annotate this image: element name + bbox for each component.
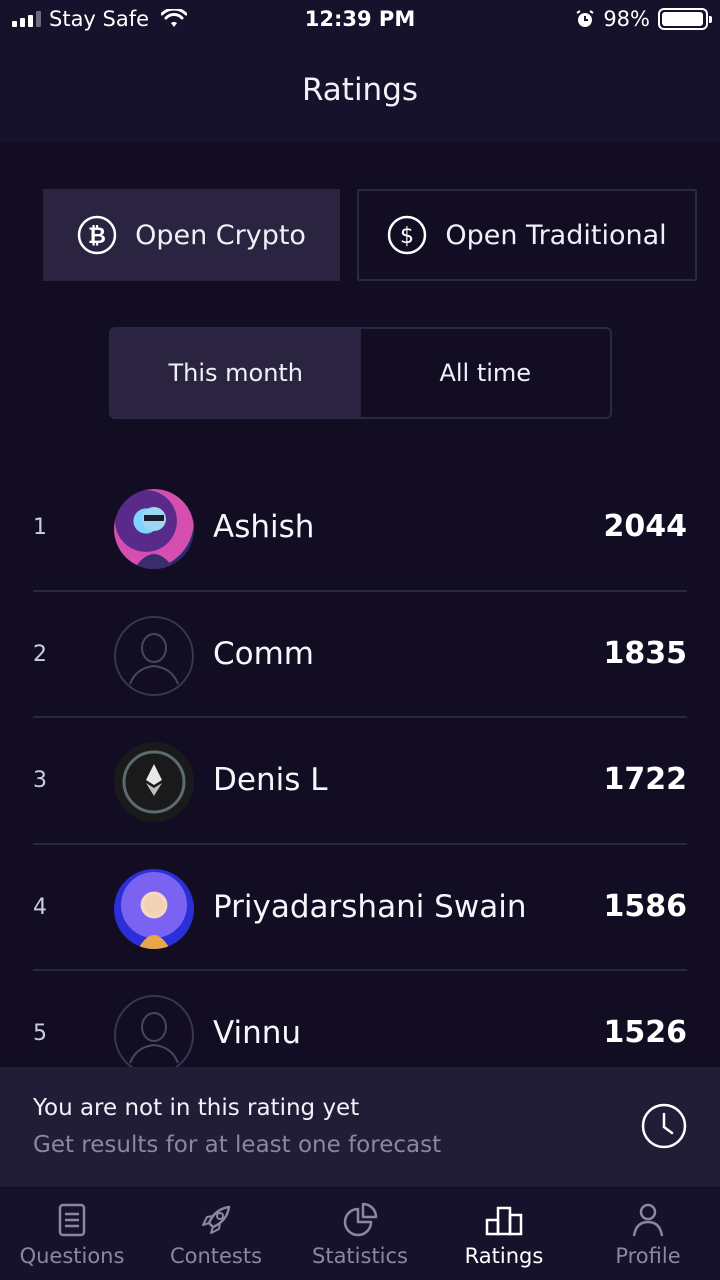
tab-profile-label: Profile xyxy=(615,1244,681,1268)
tab-open-traditional[interactable]: $ Open Traditional xyxy=(357,189,697,281)
tab-statistics-label: Statistics xyxy=(312,1244,408,1268)
period-segmented-control: This month All time xyxy=(109,327,612,419)
user-name: Ashish xyxy=(213,509,315,545)
tab-statistics[interactable]: Statistics xyxy=(288,1188,432,1280)
user-name: Vinnu xyxy=(213,1015,302,1051)
avatar xyxy=(114,868,194,949)
segment-this-month[interactable]: This month xyxy=(111,329,361,417)
battery-icon xyxy=(658,8,712,30)
avatar-placeholder xyxy=(114,995,194,1075)
avatar xyxy=(114,489,194,569)
user-name: Denis L xyxy=(213,762,328,798)
alarm-icon xyxy=(576,10,594,27)
tab-open-crypto-label: Open Crypto xyxy=(135,219,306,251)
user-score: 2044 xyxy=(603,509,688,544)
tab-ratings[interactable]: Ratings xyxy=(432,1188,576,1280)
user-score: 1835 xyxy=(603,635,688,671)
avatar-placeholder xyxy=(114,615,194,696)
rank-number: 1 xyxy=(33,515,47,540)
user-name: Priyadarshani Swain xyxy=(213,888,527,925)
notice-title: You are not in this rating yet xyxy=(33,1095,360,1121)
leaderboard-row[interactable]: 1 Ashish 2044 xyxy=(33,465,687,592)
person-icon xyxy=(129,1012,179,1064)
top-bar: Stay Safe 12:39 PM 98% Ratings xyxy=(0,0,720,142)
tab-questions-label: Questions xyxy=(19,1244,125,1268)
tab-open-crypto[interactable]: ₿ Open Crypto xyxy=(43,189,340,281)
user-score: 1586 xyxy=(603,888,688,924)
rocket-icon xyxy=(202,1205,231,1234)
leaderboard-row[interactable]: 4 Priyadarshani Swain 1586 xyxy=(33,845,688,971)
clock-icon[interactable] xyxy=(640,1102,688,1150)
page-title: Ratings xyxy=(301,72,419,108)
person-icon xyxy=(632,1203,664,1237)
ethereum-icon xyxy=(122,750,186,814)
rank-number: 3 xyxy=(33,768,47,793)
podium-icon xyxy=(485,1206,523,1236)
tab-contests-label: Contests xyxy=(169,1244,263,1268)
tab-questions[interactable]: Questions xyxy=(0,1188,144,1280)
svg-text:$: $ xyxy=(400,224,414,249)
bitcoin-icon: ₿ xyxy=(77,215,117,255)
document-icon xyxy=(58,1203,86,1237)
tab-ratings-label: Ratings xyxy=(464,1244,544,1268)
tab-contests[interactable]: Contests xyxy=(144,1188,288,1280)
notice-subtitle: Get results for at least one forecast xyxy=(33,1132,442,1158)
segment-all-time[interactable]: All time xyxy=(361,329,611,417)
tab-open-traditional-label: Open Traditional xyxy=(445,219,667,251)
rank-number: 5 xyxy=(33,1021,47,1046)
user-score: 1722 xyxy=(603,762,688,797)
battery-percent: 98% xyxy=(603,7,650,31)
person-icon xyxy=(129,632,179,684)
status-bar: Stay Safe 12:39 PM 98% xyxy=(0,0,720,40)
svg-text:₿: ₿ xyxy=(88,224,106,249)
bottom-tab-bar: Questions Contests Statistics Ratings Pr… xyxy=(0,1188,720,1280)
pie-chart-icon xyxy=(343,1202,378,1237)
leaderboard-list: 1 Ashish 2044 2 Comm 1835 3 Denis L 1722… xyxy=(33,465,687,1098)
leaderboard-row[interactable]: 3 Denis L 1722 xyxy=(33,718,687,845)
tab-profile[interactable]: Profile xyxy=(576,1188,720,1280)
dollar-icon: $ xyxy=(388,215,427,255)
rating-notice-banner: You are not in this rating yet Get resul… xyxy=(0,1067,720,1187)
leaderboard-row[interactable]: 2 Comm 1835 xyxy=(33,592,688,718)
user-name: Comm xyxy=(213,635,315,672)
user-score: 1526 xyxy=(603,1015,688,1050)
rank-number: 2 xyxy=(33,641,47,667)
rank-number: 4 xyxy=(33,894,47,920)
avatar xyxy=(114,742,194,822)
